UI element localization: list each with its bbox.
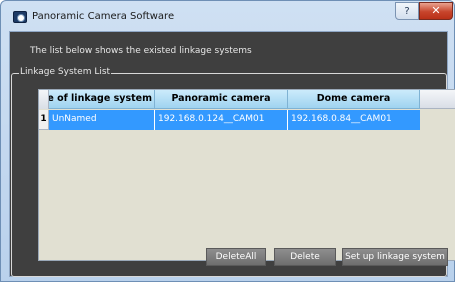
table-row[interactable]: UnNamed 192.168.0.124__CAM01 192.168.0.8… — [49, 110, 420, 130]
delete-button[interactable]: Delete — [274, 248, 336, 266]
column-header-panoramic[interactable]: Panoramic camera — [155, 90, 288, 109]
column-header-dome[interactable]: Dome camera — [288, 90, 420, 109]
column-header-name[interactable]: Name of linkage system — [49, 90, 155, 109]
window-title: Panoramic Camera Software — [32, 11, 175, 22]
cell-linkage-name[interactable]: UnNamed — [49, 110, 155, 130]
setup-linkage-button[interactable]: Set up linkage system — [342, 248, 448, 266]
table-corner-header[interactable] — [39, 90, 49, 109]
cell-dome-camera[interactable]: 192.168.0.84__CAM01 — [288, 110, 420, 130]
description-text: The list below shows the existed linkage… — [30, 46, 252, 56]
delete-all-button[interactable]: DeleteAll — [206, 248, 266, 266]
camera-app-icon — [13, 11, 27, 23]
close-button[interactable]: ✕ — [419, 2, 453, 20]
row-header[interactable]: 1 — [39, 110, 49, 130]
help-button[interactable]: ? — [395, 2, 419, 20]
linkage-system-table[interactable]: Name of linkage system Panoramic camera … — [38, 89, 455, 261]
app-window: Panoramic Camera Software ? ✕ The list b… — [0, 0, 455, 282]
dialog-body: The list below shows the existed linkage… — [9, 31, 455, 277]
header-filler — [420, 90, 455, 109]
title-bar[interactable]: Panoramic Camera Software ? ✕ — [1, 1, 454, 31]
groupbox-label: Linkage System List — [19, 67, 112, 77]
cell-panoramic-camera[interactable]: 192.168.0.124__CAM01 — [155, 110, 288, 130]
